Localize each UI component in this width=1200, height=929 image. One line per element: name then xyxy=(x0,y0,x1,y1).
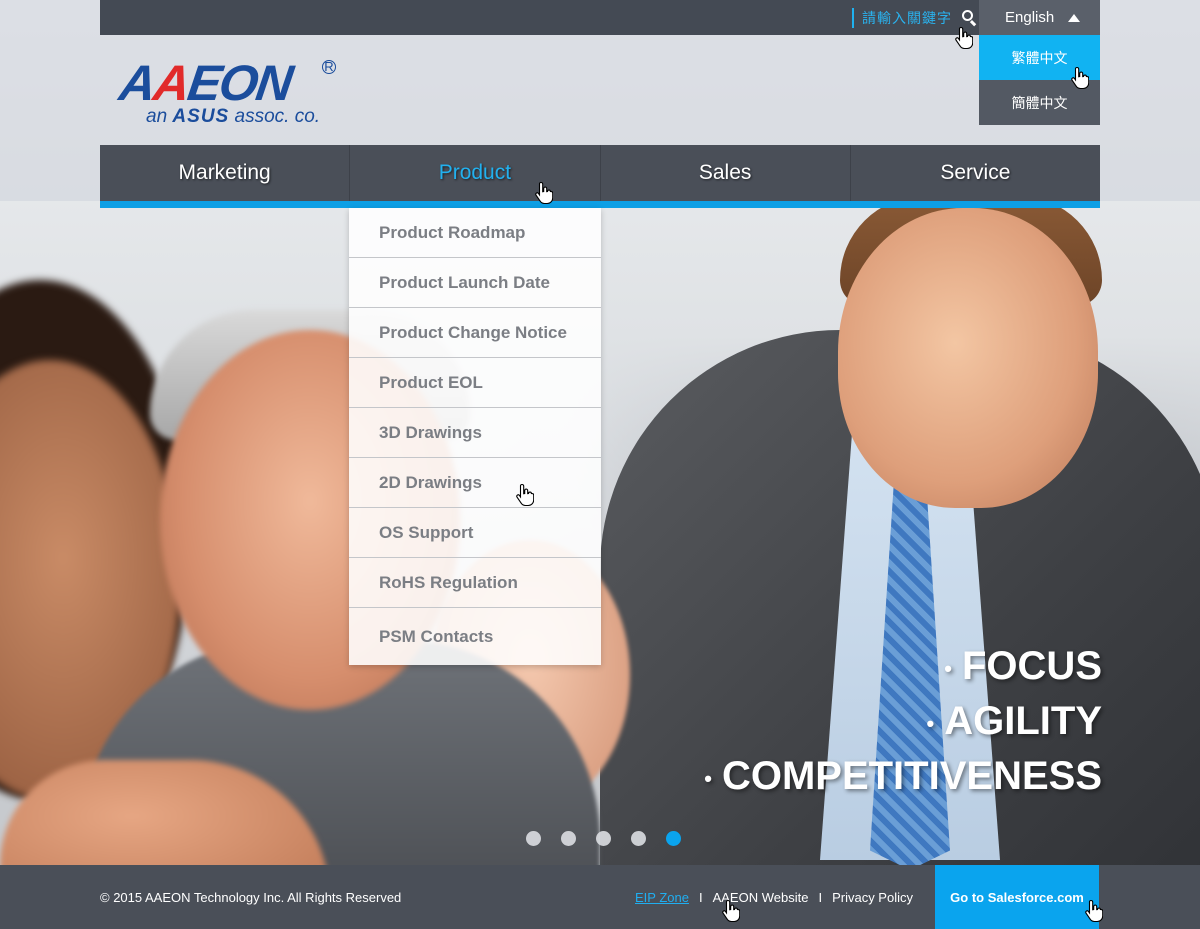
registered-icon: R xyxy=(322,60,336,74)
nav-item-sales[interactable]: Sales xyxy=(601,145,851,201)
footer-separator: I xyxy=(818,889,823,905)
menu-item-product-roadmap[interactable]: Product Roadmap xyxy=(349,208,601,258)
carousel-indicators xyxy=(526,831,681,846)
caret-up-icon xyxy=(1068,13,1081,22)
menu-item-psm-contacts[interactable]: PSM Contacts xyxy=(349,608,601,665)
salesforce-button[interactable]: Go to Salesforce.com xyxy=(935,865,1099,929)
menu-item-2d-drawings[interactable]: 2D Drawings xyxy=(349,458,601,508)
logo-wordmark: AAEON xyxy=(116,55,295,111)
menu-item-3d-drawings[interactable]: 3D Drawings xyxy=(349,408,601,458)
language-current: English xyxy=(1005,9,1055,26)
menu-item-product-eol[interactable]: Product EOL xyxy=(349,358,601,408)
search-input[interactable]: 請輸入關鍵字 xyxy=(862,8,952,28)
footer-link-eip-zone[interactable]: EIP Zone xyxy=(635,890,689,905)
nav-item-marketing[interactable]: Marketing xyxy=(100,145,351,201)
main-navigation: Marketing Product Sales Service xyxy=(100,145,1100,201)
carousel-dot-1[interactable] xyxy=(526,831,541,846)
hand-cursor-icon xyxy=(722,899,740,923)
aaeon-logo[interactable]: AAEON R an ASUS assoc. co. xyxy=(116,55,340,130)
footer-links: EIP Zone I AAEON Website I Privacy Polic… xyxy=(635,865,913,929)
hand-cursor-icon xyxy=(516,483,534,507)
hero-person-main-face xyxy=(838,208,1098,508)
search-icon[interactable] xyxy=(962,9,978,26)
footer-link-privacy-policy[interactable]: Privacy Policy xyxy=(832,890,913,905)
logo-tagline: an ASUS assoc. co. xyxy=(146,106,321,127)
nav-item-product[interactable]: Product xyxy=(350,145,601,201)
hand-cursor-icon xyxy=(1085,899,1103,923)
menu-item-os-support[interactable]: OS Support xyxy=(349,508,601,558)
hand-cursor-icon xyxy=(535,181,553,205)
footer-separator: I xyxy=(698,889,703,905)
slogan-line-focus: • FOCUS xyxy=(944,644,1102,688)
hand-cursor-icon xyxy=(1071,66,1089,90)
carousel-dot-4[interactable] xyxy=(631,831,646,846)
hand-cursor-icon xyxy=(955,26,973,50)
footer: © 2015 AAEON Technology Inc. All Rights … xyxy=(0,865,1200,929)
carousel-dot-3[interactable] xyxy=(596,831,611,846)
menu-item-rohs-regulation[interactable]: RoHS Regulation xyxy=(349,558,601,608)
hero-slogan: • FOCUS • AGILITY • COMPETITIVENESS xyxy=(704,640,1102,805)
slogan-line-competitiveness: • COMPETITIVENESS xyxy=(704,753,1102,798)
nav-accent-bar xyxy=(100,201,1100,208)
slogan-line-agility: • AGILITY xyxy=(926,698,1102,743)
carousel-dot-5[interactable] xyxy=(666,831,681,846)
carousel-dot-2[interactable] xyxy=(561,831,576,846)
menu-item-product-change-notice[interactable]: Product Change Notice xyxy=(349,308,601,358)
search-divider xyxy=(852,7,854,28)
product-dropdown-menu: Product Roadmap Product Launch Date Prod… xyxy=(349,208,601,665)
copyright-text: © 2015 AAEON Technology Inc. All Rights … xyxy=(100,889,402,905)
top-bar: 請輸入關鍵字 English xyxy=(100,0,1100,35)
menu-item-product-launch-date[interactable]: Product Launch Date xyxy=(349,258,601,308)
nav-item-service[interactable]: Service xyxy=(851,145,1100,201)
language-selector[interactable]: English xyxy=(979,0,1100,35)
